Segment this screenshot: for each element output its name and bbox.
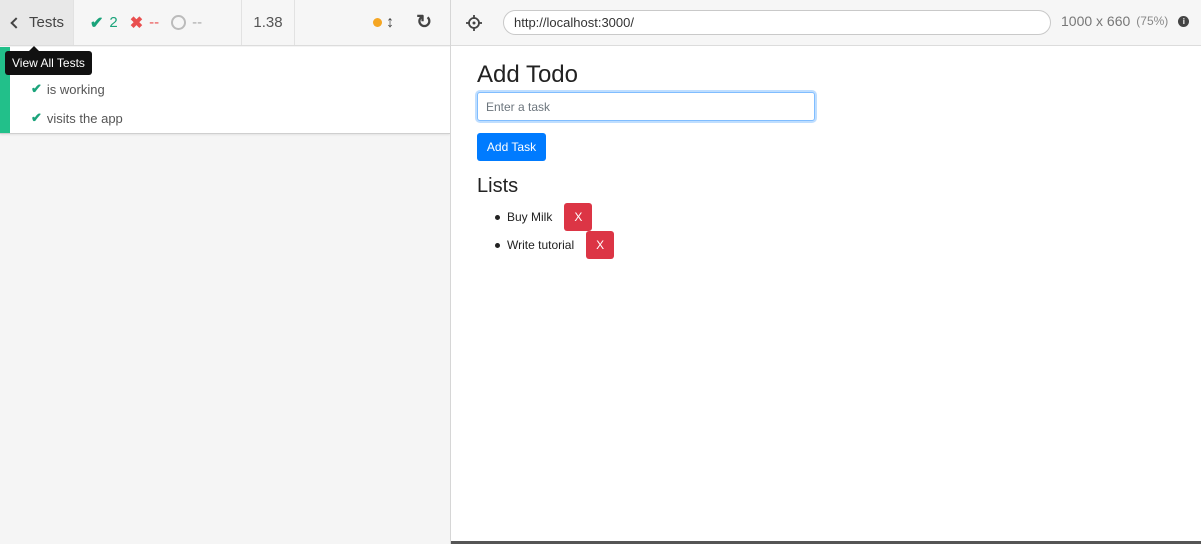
passed-count: 2 bbox=[109, 14, 118, 31]
task-input[interactable] bbox=[477, 92, 815, 121]
check-icon: ✔ bbox=[31, 81, 42, 96]
pending-circle-icon bbox=[171, 15, 187, 30]
rerun-icon[interactable]: ↻ bbox=[416, 11, 432, 34]
crosshair-icon bbox=[466, 15, 482, 31]
pending-stat: -- bbox=[171, 14, 202, 31]
test-runner-panel: Tests ✔ 2 ✖ -- -- 1.38 ↕ ↻ ✔ is working … bbox=[0, 0, 450, 544]
running-dot-icon bbox=[373, 18, 383, 27]
auto-scroll-toggle[interactable]: ↕ bbox=[373, 14, 394, 32]
failed-count: -- bbox=[149, 14, 160, 31]
x-icon: ✖ bbox=[129, 14, 144, 32]
passed-stat: ✔ 2 bbox=[90, 13, 118, 33]
up-down-arrow-icon: ↕ bbox=[386, 13, 395, 31]
check-icon: ✔ bbox=[31, 110, 42, 125]
reporter-header: Tests ✔ 2 ✖ -- -- 1.38 ↕ ↻ bbox=[0, 0, 450, 46]
view-all-tests-button[interactable]: Tests bbox=[0, 0, 74, 45]
duration: 1.38 bbox=[242, 0, 295, 45]
todo-text: Buy Milk bbox=[507, 210, 553, 224]
todo-item: Write tutorial X bbox=[494, 231, 615, 259]
delete-todo-button[interactable]: X bbox=[564, 203, 593, 231]
todo-app: Add Todo Add Task Lists Buy Milk X Write… bbox=[451, 47, 1201, 541]
test-item[interactable]: ✔ is working bbox=[31, 81, 105, 97]
todo-list: Buy Milk X Write tutorial X bbox=[494, 203, 615, 259]
chevron-left-icon bbox=[10, 16, 22, 29]
lists-heading: Lists bbox=[477, 175, 519, 197]
pending-count: -- bbox=[192, 14, 203, 31]
delete-todo-button[interactable]: X bbox=[586, 231, 615, 259]
viewport-scale: (75%) bbox=[1136, 14, 1169, 28]
add-task-button[interactable]: Add Task bbox=[477, 133, 546, 161]
todo-text: Write tutorial bbox=[507, 238, 575, 252]
test-title: is working bbox=[46, 81, 105, 97]
tests-label: Tests bbox=[29, 14, 65, 31]
aut-header: http://localhost:3000/ 1000 x 660 (75%) … bbox=[451, 0, 1201, 46]
viewport-size: 1000 x 660 bbox=[1061, 13, 1131, 29]
failed-stat: ✖ -- bbox=[130, 13, 159, 33]
todo-item: Buy Milk X bbox=[494, 203, 614, 231]
view-all-tests-tooltip: View All Tests bbox=[5, 46, 92, 75]
check-icon: ✔ bbox=[90, 14, 104, 32]
app-under-test-panel: http://localhost:3000/ 1000 x 660 (75%) … bbox=[450, 0, 1201, 544]
runner-controls: ↕ ↻ bbox=[295, 0, 450, 45]
test-stats: ✔ 2 ✖ -- -- bbox=[74, 0, 242, 45]
test-title: visits the app bbox=[46, 110, 123, 126]
test-item[interactable]: ✔ visits the app bbox=[31, 110, 123, 126]
add-todo-heading: Add Todo bbox=[477, 61, 578, 88]
info-icon[interactable]: i bbox=[1178, 15, 1190, 27]
selector-playground-button[interactable] bbox=[451, 0, 497, 46]
viewport-info: 1000 x 660 (75%) i bbox=[1061, 13, 1190, 29]
url-bar[interactable]: http://localhost:3000/ bbox=[503, 10, 1051, 35]
